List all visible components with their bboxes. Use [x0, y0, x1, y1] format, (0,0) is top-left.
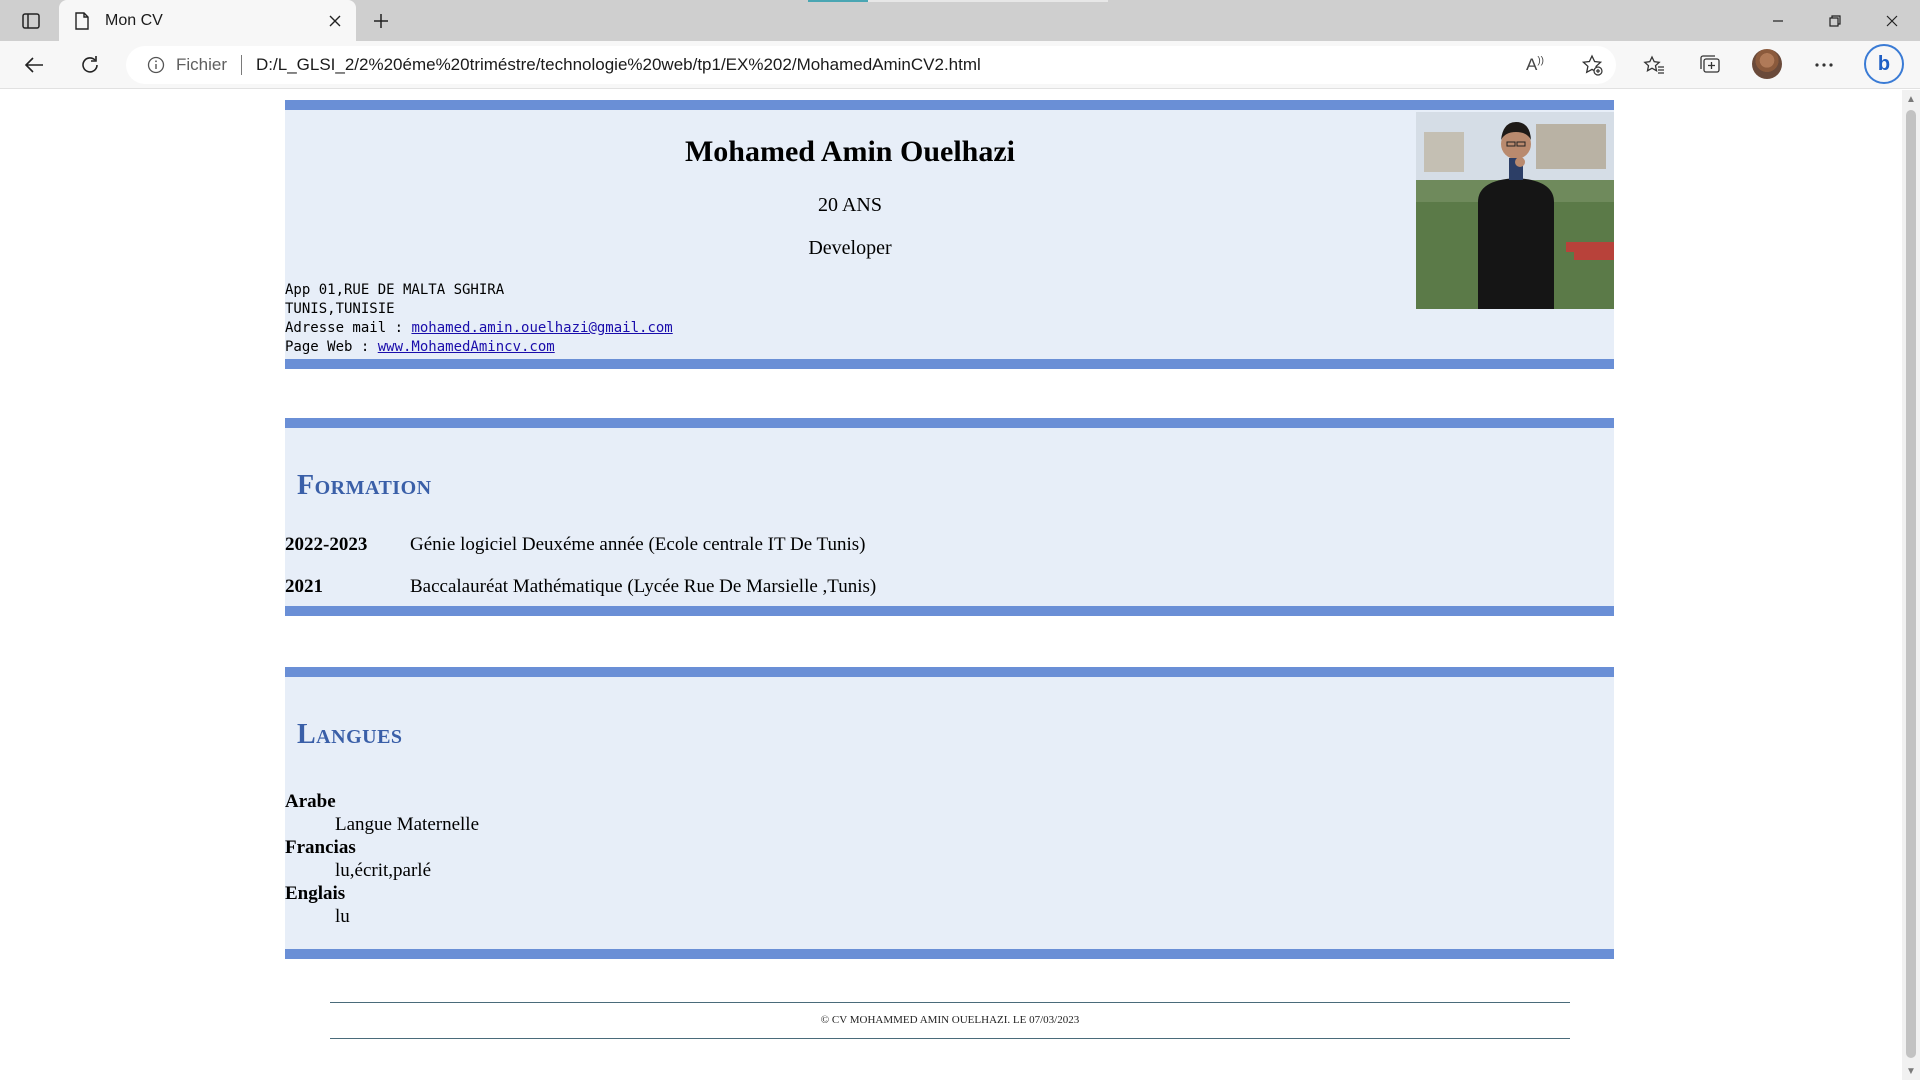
tab-strip-accent-secondary: [868, 0, 1108, 2]
active-tab[interactable]: Mon CV: [59, 0, 356, 41]
address-line-2: TUNIS,TUNISIE: [285, 301, 395, 317]
window-controls: [1749, 0, 1920, 41]
info-icon[interactable]: [146, 55, 166, 75]
language-name: Arabe: [285, 791, 336, 812]
collections-icon[interactable]: [1692, 49, 1728, 81]
cv-header: Mohamed Amin Ouelhazi 20 ANS Developer A…: [285, 100, 1614, 369]
vertical-scrollbar[interactable]: ▲ ▼: [1902, 90, 1920, 1080]
web-label: Page Web :: [285, 339, 378, 355]
formation-heading: Formation: [297, 470, 432, 501]
bing-copilot-icon[interactable]: b: [1864, 44, 1904, 84]
langues-section: Langues Arabe Langue Maternelle Francias…: [285, 667, 1614, 959]
formation-item: 2021 Baccalauréat Mathématique (Lycée Ru…: [285, 576, 876, 598]
cv-age: 20 ANS: [818, 194, 882, 216]
cv-name: Mohamed Amin Ouelhazi: [684, 135, 1015, 168]
read-aloud-icon[interactable]: A)): [1526, 46, 1544, 84]
address-bar[interactable]: Fichier D:/L_GLSI_2/2%20éme%20triméstre/…: [126, 46, 1616, 84]
email-label: Adresse mail :: [285, 320, 412, 336]
email-link[interactable]: mohamed.amin.ouelhazi@gmail.com: [411, 320, 672, 336]
contact-block: App 01,RUE DE MALTA SGHIRA TUNIS,TUNISIE…: [285, 281, 673, 357]
tab-title: Mon CV: [105, 11, 163, 29]
refresh-icon[interactable]: [72, 49, 108, 81]
language-level: Langue Maternelle: [335, 814, 480, 835]
tab-strip-accent: [808, 0, 868, 2]
formation-text: Génie logiciel Deuxéme année (Ecole cent…: [410, 534, 866, 555]
tab-actions-menu-icon[interactable]: [14, 8, 48, 34]
url-text[interactable]: D:/L_GLSI_2/2%20éme%20triméstre/technolo…: [256, 55, 981, 75]
scroll-down-icon[interactable]: ▼: [1902, 1062, 1920, 1080]
formation-year: 2022-2023: [285, 534, 368, 555]
scrollbar-thumb[interactable]: [1906, 110, 1916, 1058]
language-level: lu: [335, 906, 350, 927]
tab-strip: Mon CV: [0, 0, 1920, 41]
email-row: Adresse mail : mohamed.amin.ouelhazi@gma…: [285, 319, 673, 338]
language-name: Francias: [285, 837, 356, 858]
minimize-icon[interactable]: [1749, 0, 1806, 41]
language-level: lu,écrit,parlé: [335, 860, 432, 881]
url-scheme-label: Fichier: [176, 55, 228, 74]
close-tab-icon[interactable]: [322, 8, 348, 34]
address-separator: [241, 55, 243, 75]
formation-item: 2022-2023 Génie logiciel Deuxéme année (…: [285, 534, 865, 556]
restore-icon[interactable]: [1806, 0, 1863, 41]
scroll-up-icon[interactable]: ▲: [1902, 90, 1920, 108]
new-tab-icon[interactable]: [366, 8, 396, 34]
web-row: Page Web : www.MohamedAmincv.com: [285, 338, 673, 357]
language-name: Englais: [285, 883, 346, 904]
back-icon[interactable]: [16, 49, 52, 81]
profile-photo: [1416, 112, 1614, 309]
langues-heading: Langues: [297, 719, 403, 750]
more-options-icon[interactable]: [1806, 49, 1842, 81]
browser-toolbar: Fichier D:/L_GLSI_2/2%20éme%20triméstre/…: [0, 41, 1920, 89]
formation-year: 2021: [285, 576, 323, 597]
close-window-icon[interactable]: [1863, 0, 1920, 41]
add-favorite-icon[interactable]: [1581, 46, 1603, 84]
formation-section: Formation 2022-2023 Génie logiciel Deuxé…: [285, 418, 1614, 616]
document-icon: [73, 11, 91, 31]
page-footer: © CV MOHAMMED AMIN OUELHAZI. LE 07/03/20…: [330, 1002, 1570, 1039]
web-link[interactable]: www.MohamedAmincv.com: [378, 339, 555, 355]
formation-text: Baccalauréat Mathématique (Lycée Rue De …: [410, 576, 877, 597]
cv-role: Developer: [808, 237, 892, 259]
profile-avatar[interactable]: [1752, 49, 1782, 79]
address-line-1: App 01,RUE DE MALTA SGHIRA: [285, 282, 505, 298]
page-viewport: Mohamed Amin Ouelhazi 20 ANS Developer A…: [0, 90, 1902, 1080]
favorites-icon[interactable]: [1636, 49, 1672, 81]
langues-list: Arabe Langue Maternelle Francias lu,écri…: [285, 790, 479, 928]
